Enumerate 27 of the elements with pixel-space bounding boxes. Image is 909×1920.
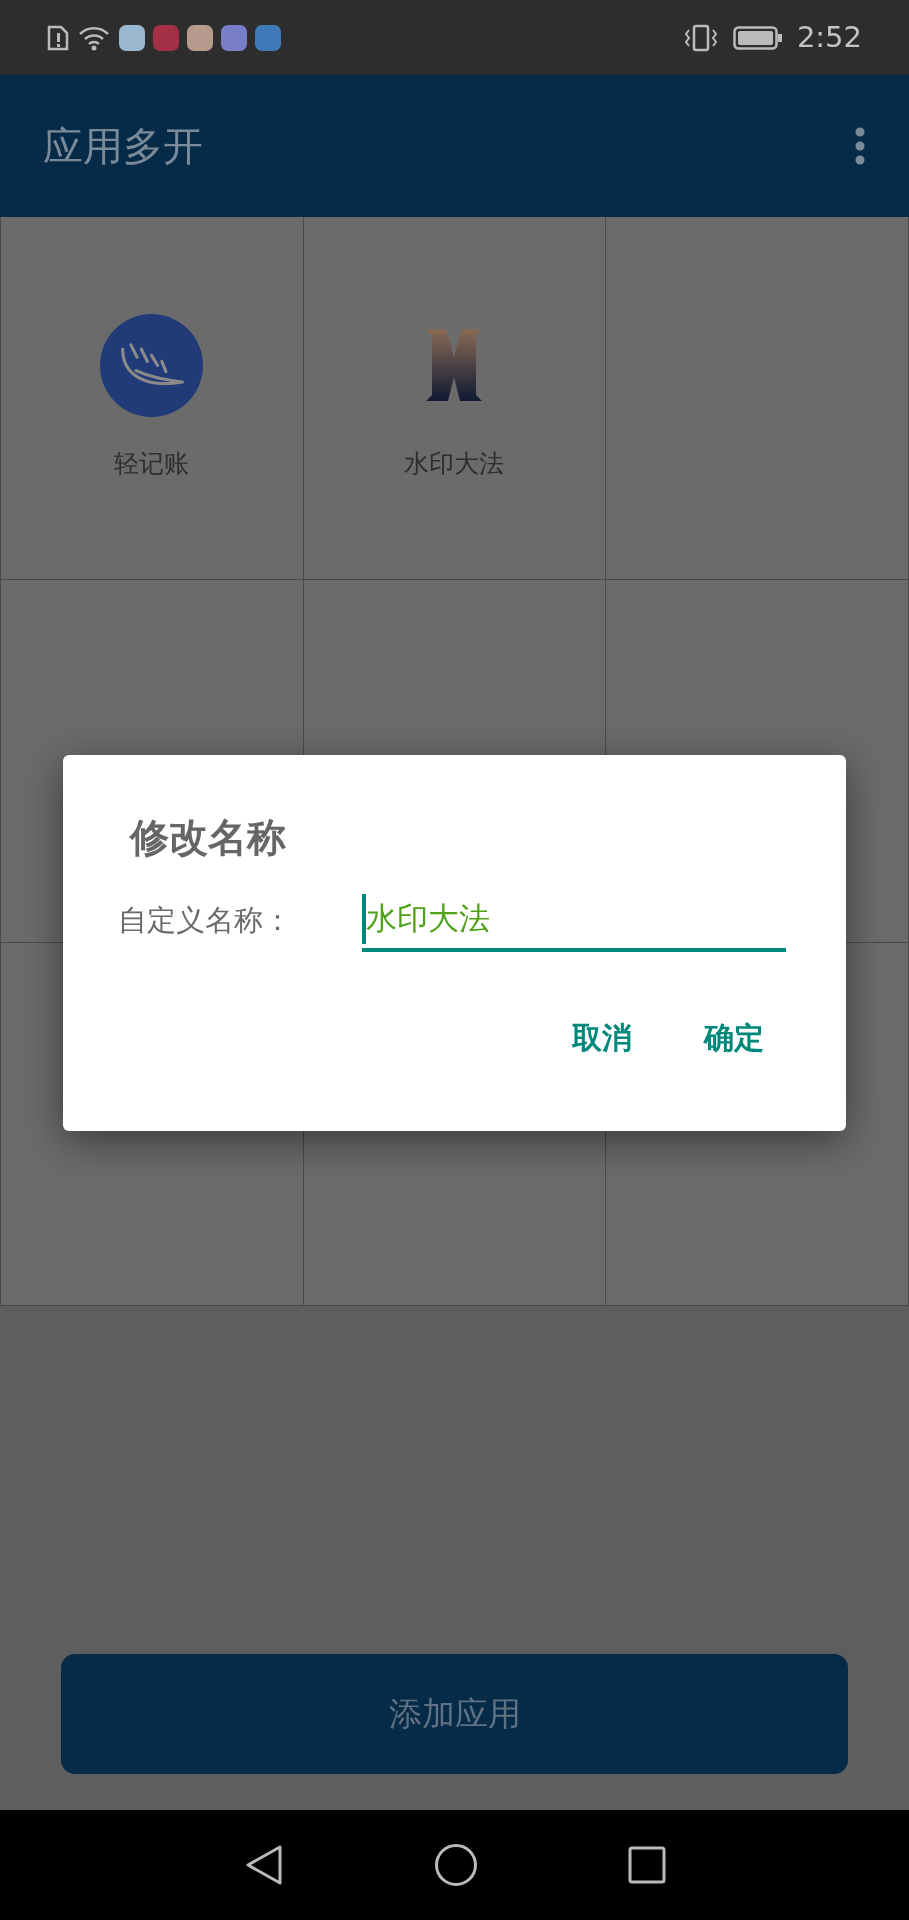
dialog-button[interactable]: 确定 <box>682 1005 786 1070</box>
sim-alert-icon <box>47 24 69 51</box>
name-input-field[interactable]: 水印大法 <box>362 889 786 952</box>
field-label: 自定义名称： <box>118 901 293 939</box>
app-notification-icon <box>119 24 145 51</box>
app-tile[interactable]: 轻记账 <box>1 217 304 580</box>
feather-icon <box>100 313 204 417</box>
app-label: 轻记账 <box>114 447 190 480</box>
emblem-icon <box>424 327 485 404</box>
dialog-title: 修改名称 <box>130 814 286 862</box>
app-label: 水印大法 <box>404 447 505 480</box>
text-cursor <box>362 893 366 944</box>
app-notification-icon <box>221 24 247 51</box>
more-menu-icon[interactable] <box>854 126 866 166</box>
vibrate-icon <box>682 23 719 52</box>
app-tile[interactable]: 水印大法 <box>303 217 607 580</box>
add-app-button[interactable]: 添加应用 <box>61 1654 848 1774</box>
field-value: 水印大法 <box>366 899 490 939</box>
battery-icon <box>732 25 783 50</box>
dialog-button[interactable]: 取消 <box>550 1005 654 1070</box>
app-notification-icon <box>187 24 213 51</box>
app-title: 应用多开 <box>43 122 203 171</box>
home-icon[interactable] <box>433 1843 478 1887</box>
app-notification-icon <box>153 24 179 51</box>
recents-icon[interactable] <box>627 1846 666 1884</box>
app-notification-icon <box>255 24 281 51</box>
clock-time: 2:52 <box>796 18 862 56</box>
